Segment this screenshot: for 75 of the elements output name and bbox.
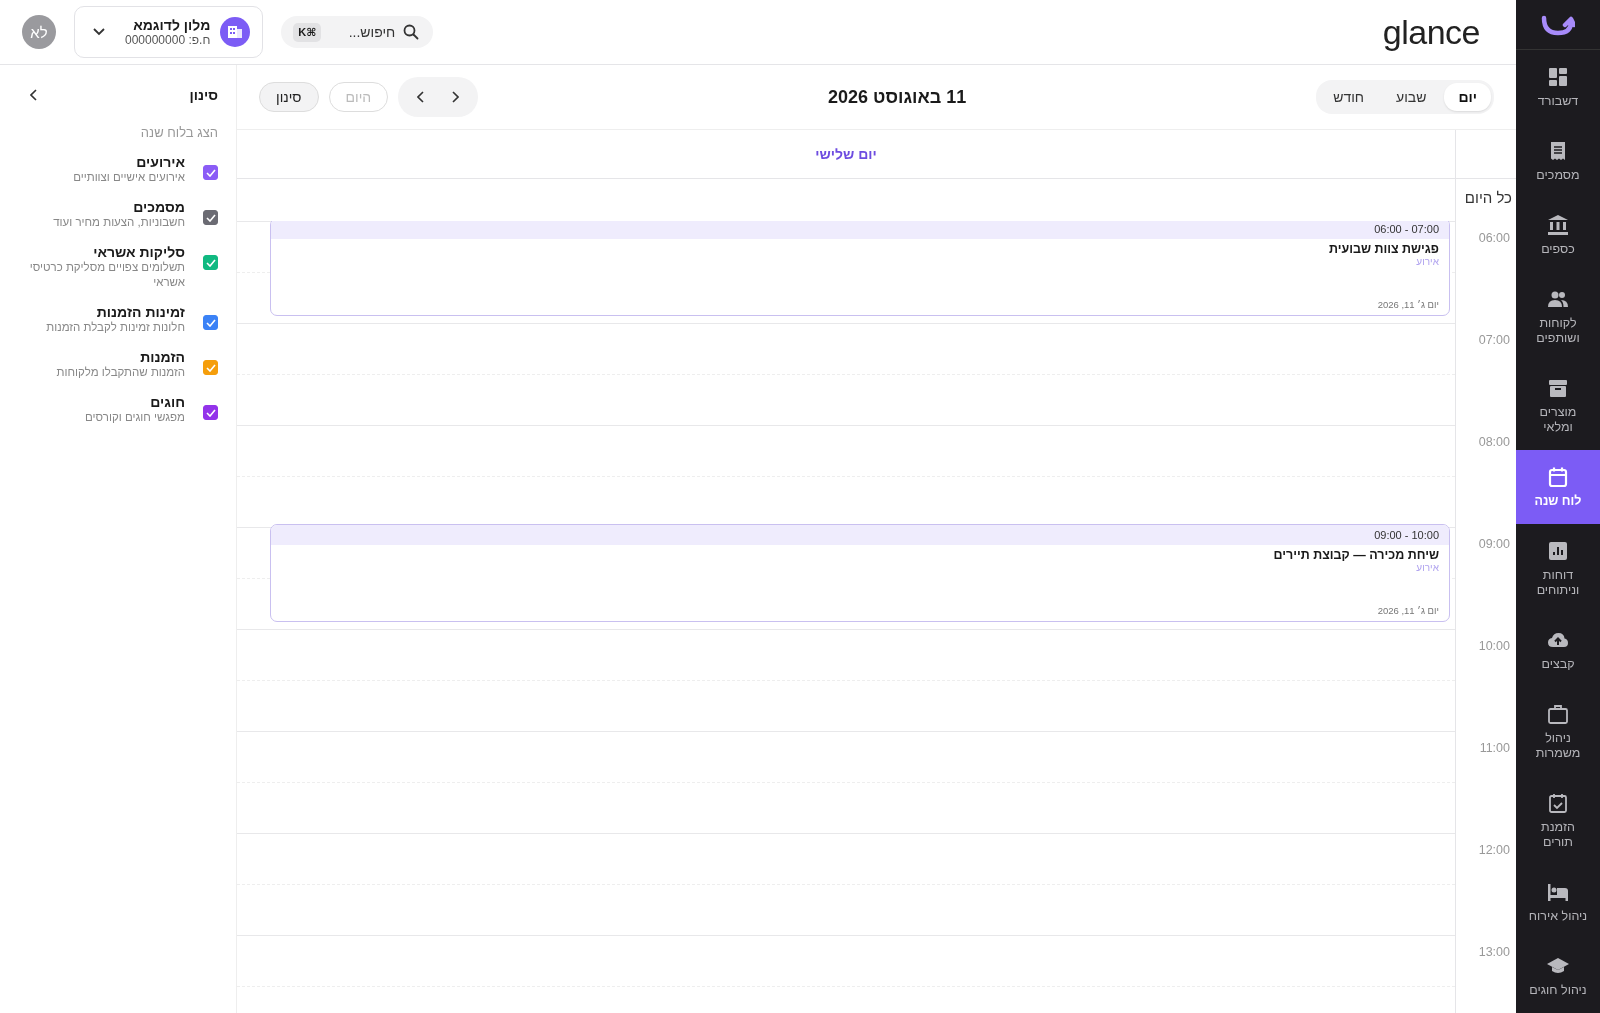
sidebar-item[interactable]: מסמכים: [1516, 124, 1600, 198]
event-title: שיחת מכירה — קבוצת תיירים: [1272, 547, 1440, 562]
sidebar-item[interactable]: לוח שנה: [1516, 450, 1600, 524]
checkbox[interactable]: [203, 360, 218, 375]
calendar-icon: [1547, 466, 1569, 488]
search-icon: [403, 24, 420, 40]
shortcut-key: ⌘K: [293, 23, 322, 42]
briefcase-icon: [1547, 703, 1569, 725]
calendar-check-icon: [1547, 792, 1569, 814]
glance-logo[interactable]: glance: [1382, 12, 1480, 52]
filter-label: סליקות אשראי: [93, 244, 185, 260]
logo-icon: [1541, 13, 1575, 36]
archive-icon: [1547, 377, 1569, 399]
bank-icon: [1547, 214, 1569, 236]
hour-label: 12:00: [1477, 842, 1511, 857]
filter-description: הזמנות שהתקבלו מלקוחות: [56, 365, 185, 380]
sidebar-item[interactable]: כספים: [1516, 198, 1600, 272]
collapse-chevron-icon[interactable]: [30, 89, 38, 101]
building-icon: [220, 17, 251, 47]
filter-label: זמינות הזמנות: [96, 304, 185, 320]
dashboard-icon: [1547, 66, 1569, 88]
day-header: יום שלישי: [814, 145, 878, 164]
sidebar-item[interactable]: ניהול אירוח: [1516, 865, 1600, 939]
sidebar-item[interactable]: לקוחות ושותפים: [1516, 272, 1600, 361]
hour-label: 06:00: [1477, 230, 1511, 245]
calendar-date-title: 11 באוגוסט 2026: [828, 86, 967, 108]
checkbox[interactable]: [203, 165, 218, 180]
filter-label: אירועים: [136, 154, 185, 170]
sidebar-item[interactable]: הזמנת תורים: [1516, 776, 1600, 865]
sidebar-item[interactable]: דשבורד: [1516, 50, 1600, 124]
event-date: יום ג׳ 11, 2026: [1376, 299, 1440, 312]
checkbox[interactable]: [203, 315, 218, 330]
event-time: 07:00 - 06:00: [1374, 223, 1439, 235]
chevron-right-icon: [451, 91, 460, 103]
company-selector[interactable]: מלון לדוגמא ח.פ: 000000000: [74, 6, 264, 58]
filter-title: סינון: [189, 87, 218, 103]
chevron-down-icon: [93, 28, 105, 36]
filter-description: מפגשי חוגים וקורסים: [85, 410, 185, 425]
all-day-label: כל היום: [1463, 188, 1513, 206]
sidebar-item[interactable]: קבצים: [1516, 613, 1600, 687]
filter-description: חשבוניות, הצעות מחיר ועוד: [53, 215, 185, 230]
filter-label: הזמנות: [140, 349, 185, 365]
event-title: פגישת צוות שבועית: [1327, 241, 1440, 256]
filter-subtitle: הצג בלוח שנה: [139, 125, 218, 140]
filter-description: אירועים אישיים וצוותיים: [73, 170, 185, 185]
view-tab[interactable]: שבוע: [1382, 83, 1441, 111]
hour-label: 09:00: [1477, 536, 1511, 551]
sidebar-item[interactable]: מוצרים ומלאי: [1516, 361, 1600, 450]
hour-label: 13:00: [1477, 944, 1511, 959]
company-id: ח.פ: 000000000: [125, 33, 211, 47]
filter-label: חוגים: [150, 394, 185, 410]
filter-button[interactable]: סינון: [259, 82, 319, 112]
chevron-left-icon: [417, 91, 426, 103]
view-tab[interactable]: חודש: [1319, 83, 1379, 111]
bed-icon: [1547, 881, 1569, 903]
sidebar-item[interactable]: דוחות וניתוחים: [1516, 524, 1600, 613]
checkbox[interactable]: [203, 255, 218, 270]
sidebar-item[interactable]: ניהול משמרות: [1516, 687, 1600, 776]
hour-label: 10:00: [1477, 638, 1511, 653]
event-type: אירוע: [1415, 562, 1440, 573]
view-tab[interactable]: יום: [1444, 83, 1491, 111]
filter-label: מסמכים: [133, 199, 185, 215]
event-time: 10:00 - 09:00: [1374, 529, 1439, 541]
event-type: אירוע: [1415, 256, 1440, 267]
event-date: יום ג׳ 11, 2026: [1376, 605, 1440, 618]
hour-label: 07:00: [1477, 332, 1511, 347]
company-name: מלון לדוגמא: [132, 17, 211, 33]
sidebar-item[interactable]: ניהול חוגים: [1516, 939, 1600, 1013]
checkbox[interactable]: [203, 210, 218, 225]
checkbox[interactable]: [203, 405, 218, 420]
filter-description: חלונות זמינות לקבלת הזמנות: [46, 320, 185, 335]
chart-icon: [1547, 540, 1569, 562]
hour-label: 11:00: [1478, 740, 1511, 755]
filter-description: תשלומים צפויים מסליקת כרטיסי אשראי: [28, 260, 185, 290]
hour-label: 08:00: [1477, 434, 1511, 449]
